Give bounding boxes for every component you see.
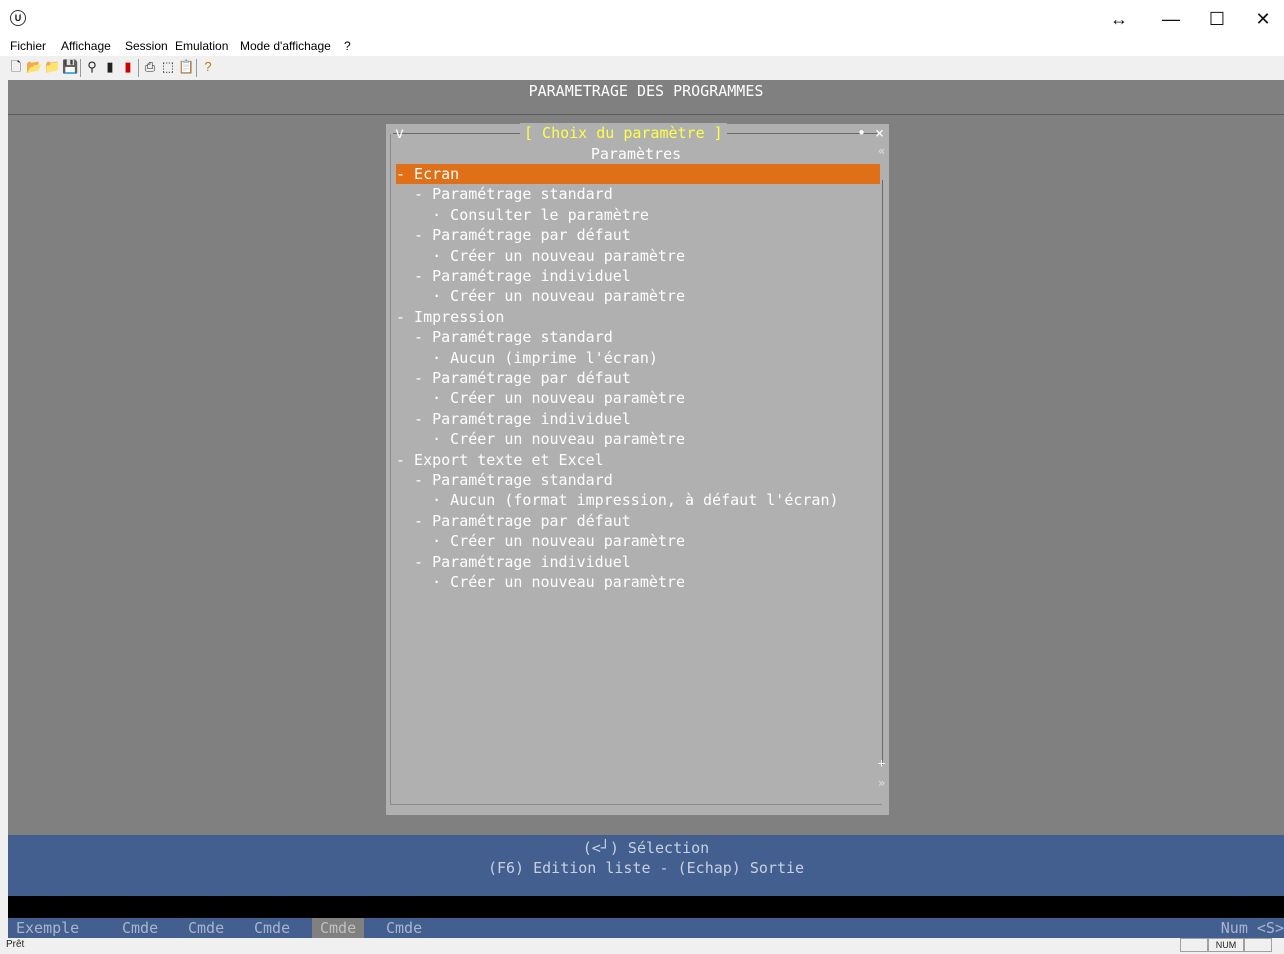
bookmark-icon[interactable]: ▮ <box>102 59 118 75</box>
help-selection: (<┘) Sélection <box>582 839 710 857</box>
list-item[interactable]: - Paramétrage individuel <box>396 266 880 286</box>
function-key[interactable]: Cmde <box>312 918 365 938</box>
paste-icon[interactable]: 📋 <box>178 59 194 75</box>
close-button[interactable]: ✕ <box>1240 6 1284 32</box>
scrollbar-track[interactable] <box>882 180 883 765</box>
list-item[interactable]: · Créer un nouveau paramètre <box>396 388 880 408</box>
toolbar: 🗋 📂 📁 💾 ⚲ ▮ ▮ ⎙ ⬚ 📋 ? <box>0 56 1284 81</box>
list-item[interactable]: · Créer un nouveau paramètre <box>396 246 880 266</box>
list-item[interactable]: · Créer un nouveau paramètre <box>396 572 880 592</box>
minimize-button[interactable]: — <box>1148 6 1194 32</box>
toolbar-separator <box>196 59 197 77</box>
list-item[interactable]: - Paramétrage par défaut <box>396 225 880 245</box>
menu-help[interactable]: ? <box>344 39 351 53</box>
message-line <box>8 896 1284 918</box>
list-item[interactable]: · Créer un nouveau paramètre <box>396 429 880 449</box>
list-item[interactable]: - Paramétrage individuel <box>396 552 880 572</box>
list-item[interactable]: - Paramétrage standard <box>396 184 880 204</box>
menu-mode-affichage[interactable]: Mode d'affichage <box>240 39 331 53</box>
capture-icon[interactable]: ⬚ <box>160 59 176 75</box>
open-icon[interactable]: 📂 <box>26 59 42 75</box>
list-item[interactable]: - Paramétrage standard <box>396 327 880 347</box>
status-bar: Prêt NUM <box>0 938 1284 952</box>
save-icon[interactable]: 💾 <box>62 59 78 75</box>
keyboard-state: Num <S> <box>1220 919 1284 937</box>
scroll-up-icon[interactable]: « <box>878 144 885 158</box>
list-item[interactable]: - Export texte et Excel <box>396 450 880 470</box>
function-key-bar: Num <S> Exemple Cmde Cmde Cmde Cmde Cmde <box>8 918 1284 938</box>
dialog-title: [ Choix du paramètre ] <box>520 123 727 143</box>
screen-title: PARAMETRAGE DES PROGRAMMES <box>528 82 764 100</box>
window-border <box>0 80 8 938</box>
maximize-button[interactable]: ☐ <box>1194 6 1240 32</box>
menu-bar: Fichier Affichage Session Emulation Mode… <box>0 36 1284 56</box>
function-key[interactable]: Cmde <box>114 918 166 938</box>
list-item[interactable]: - Paramétrage standard <box>396 470 880 490</box>
dialog-close-icon[interactable]: • × <box>857 123 884 143</box>
function-key[interactable]: Cmde <box>378 918 430 938</box>
header-divider <box>8 114 1284 115</box>
list-item[interactable]: · Aucun (format impression, à défaut l'é… <box>396 490 880 510</box>
dialog-frame-bottom <box>390 804 882 805</box>
status-text: Prêt <box>6 939 25 950</box>
list-item[interactable]: · Consulter le paramètre <box>396 205 880 225</box>
menu-emulation[interactable]: Emulation <box>175 39 228 53</box>
title-bar <box>0 0 1284 36</box>
menu-affichage[interactable]: Affichage <box>61 39 111 53</box>
function-key[interactable]: Cmde <box>246 918 298 938</box>
help-icon[interactable]: ? <box>200 59 216 75</box>
list-item[interactable]: · Créer un nouveau paramètre <box>396 286 880 306</box>
function-key[interactable]: Cmde <box>180 918 232 938</box>
list-item[interactable]: - Impression <box>396 307 880 327</box>
print-icon[interactable]: ⎙ <box>142 59 158 75</box>
list-item[interactable]: - Paramétrage individuel <box>396 409 880 429</box>
open-session-icon[interactable]: 📁 <box>44 59 60 75</box>
traffic-light-icon[interactable]: ▮ <box>120 59 136 75</box>
help-keys: (F6) Edition liste - (Echap) Sortie <box>487 859 805 877</box>
toolbar-separator <box>138 59 139 77</box>
dialog-menu-icon[interactable]: v <box>395 123 404 143</box>
scroll-plus-icon[interactable]: + <box>878 756 885 770</box>
list-item[interactable]: - Ecran <box>396 164 880 184</box>
dialog-frame-left <box>390 134 391 804</box>
list-item[interactable]: · Créer un nouveau paramètre <box>396 531 880 551</box>
app-icon[interactable]: U <box>10 10 26 26</box>
function-key[interactable]: Exemple <box>8 918 87 938</box>
resize-icon[interactable]: ↔ <box>1096 6 1142 32</box>
new-icon[interactable]: 🗋 <box>8 59 24 75</box>
list-item[interactable]: · Aucun (imprime l'écran) <box>396 348 880 368</box>
menu-fichier[interactable]: Fichier <box>10 39 46 53</box>
scroll-down-icon[interactable]: » <box>878 776 885 790</box>
toolbar-separator <box>80 59 81 77</box>
list-item[interactable]: - Paramétrage par défaut <box>396 368 880 388</box>
search-icon[interactable]: ⚲ <box>84 59 100 75</box>
dialog-heading: Paramètres <box>590 145 682 163</box>
menu-session[interactable]: Session <box>125 39 168 53</box>
list-item[interactable]: - Paramétrage par défaut <box>396 511 880 531</box>
